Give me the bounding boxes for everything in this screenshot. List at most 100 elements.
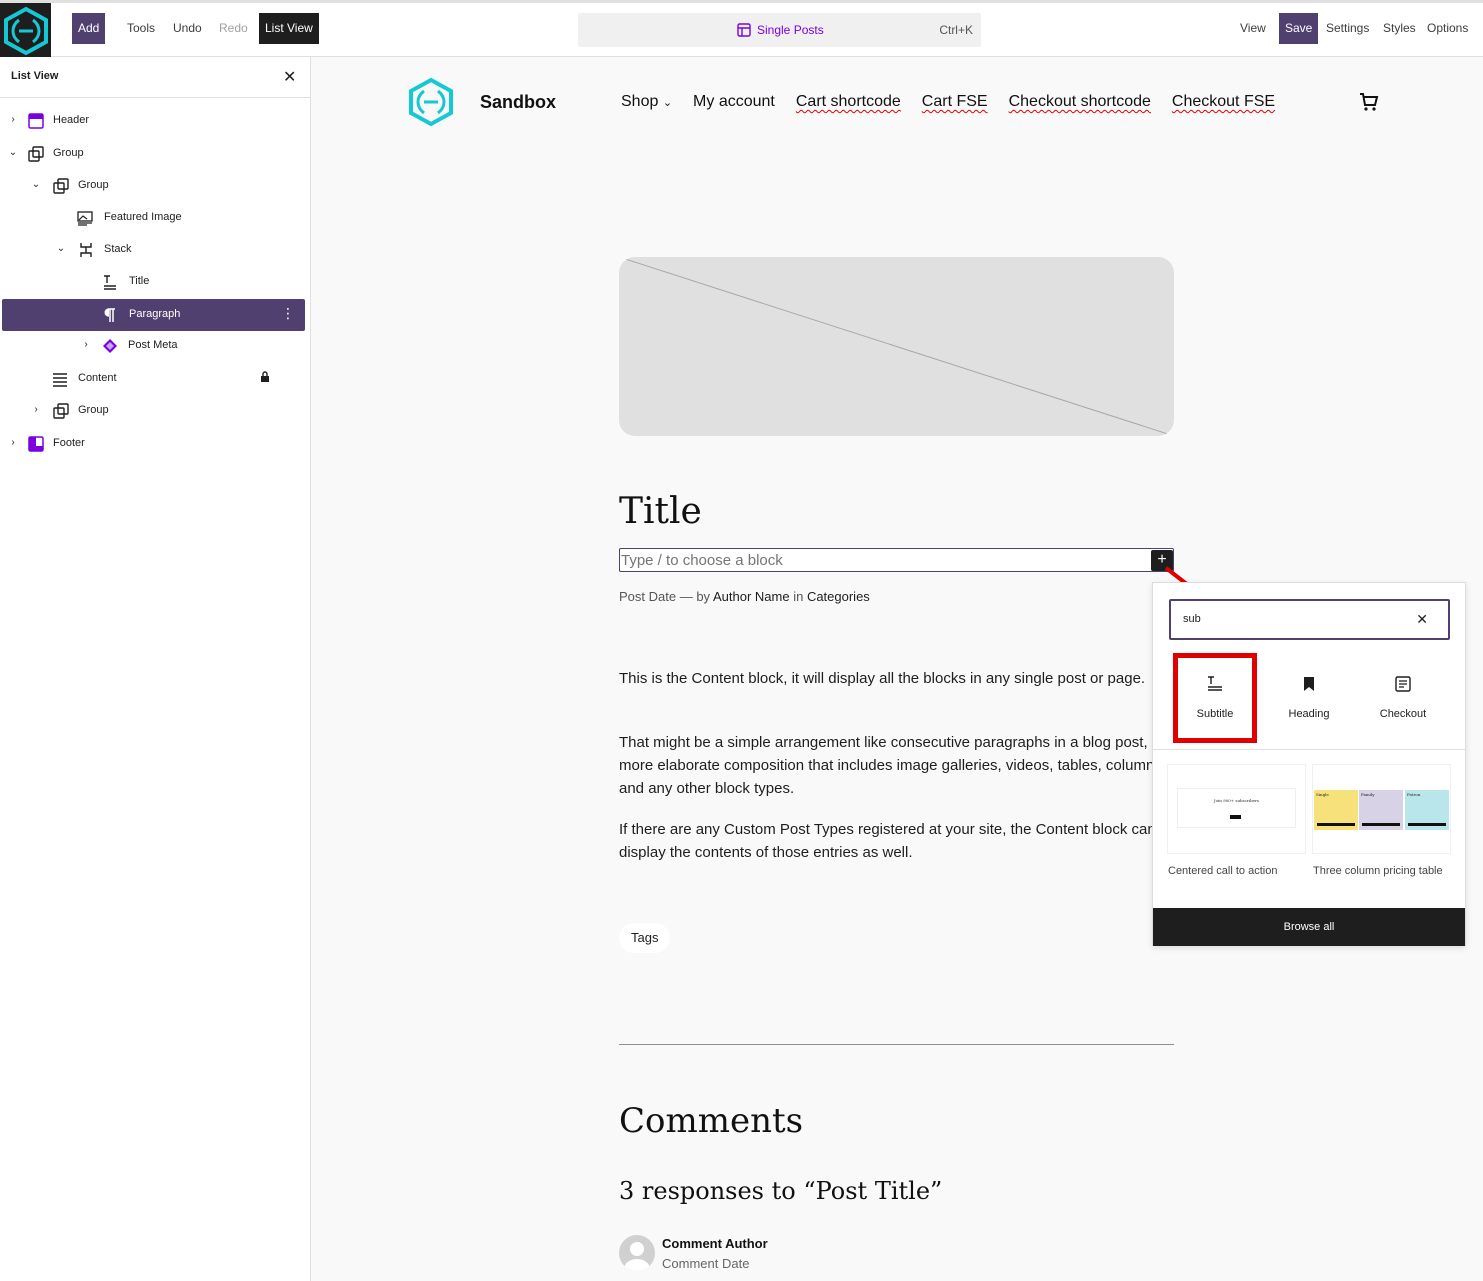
browse-all-button[interactable]: Browse all [1153, 908, 1465, 946]
template-title: Single Posts [737, 13, 824, 47]
more-options-icon[interactable]: ⋮ [281, 305, 295, 322]
list-item-title[interactable]: Title [2, 266, 305, 298]
nav-item-checkout-shortcode[interactable]: Checkout shortcode [1009, 93, 1151, 111]
save-button[interactable]: Save [1279, 13, 1319, 44]
lock-icon [261, 371, 269, 382]
subtitle-icon [1208, 676, 1222, 691]
post-title[interactable]: Title [619, 491, 702, 532]
list-item-label: Paragraph [129, 308, 181, 320]
list-item-label: Group [78, 179, 109, 191]
post-meta-in: in [793, 589, 804, 604]
nav-item-my-account[interactable]: My account [693, 93, 775, 111]
list-item-post-meta[interactable]: › Post Meta [2, 330, 305, 362]
quick-inserter-popover: sub ✕ Subtitle Heading Checkout Join 900… [1152, 582, 1466, 946]
footer-icon [28, 436, 44, 452]
pattern-preview-button [1230, 815, 1241, 819]
list-view-header: List View ✕ [0, 57, 310, 98]
post-meta-icon [103, 339, 117, 353]
chevron-right-icon[interactable]: › [6, 113, 20, 127]
command-palette-button[interactable]: Single Posts Ctrl+K [578, 13, 981, 47]
inserter-divider [1153, 749, 1465, 750]
chevron-right-icon[interactable]: › [29, 403, 43, 417]
template-title-text: Single Posts [757, 23, 824, 37]
title-icon [104, 275, 116, 290]
list-item-group[interactable]: ⌄ Group [2, 138, 305, 170]
tools-button[interactable]: Tools [121, 13, 161, 44]
command-shortcut: Ctrl+K [939, 23, 973, 37]
block-option-heading[interactable]: Heading [1267, 653, 1351, 743]
list-item-label: Group [53, 147, 84, 159]
list-view-button[interactable]: List View [259, 13, 319, 44]
pricing-button [1408, 823, 1446, 826]
chevron-down-icon[interactable]: ⌄ [54, 242, 68, 256]
pattern-pricing-table[interactable]: Single Family Patron [1313, 765, 1450, 853]
undo-button[interactable]: Undo [167, 13, 208, 44]
group-icon [28, 146, 44, 162]
paragraph-block[interactable]: Type / to choose a block + [619, 548, 1174, 572]
site-title[interactable]: Sandbox [480, 92, 556, 113]
post-categories: Categories [806, 589, 870, 604]
block-option-checkout[interactable]: Checkout [1361, 653, 1445, 743]
nav-item-label: Shop [621, 93, 659, 110]
list-item-header[interactable]: › Header [2, 105, 305, 137]
list-item-paragraph[interactable]: Paragraph ⋮ [2, 299, 305, 331]
chevron-right-icon[interactable]: › [79, 338, 93, 352]
pattern-centered-cta[interactable]: Join 900+ subscribers [1168, 765, 1305, 853]
list-item-group[interactable]: ⌄ Group [2, 170, 305, 202]
list-item-group[interactable]: › Group [2, 395, 305, 427]
options-button[interactable]: Options [1421, 13, 1474, 44]
pattern-label: Three column pricing table [1313, 865, 1443, 877]
editor-top-bar: Add Tools Undo Redo List View Single Pos… [0, 0, 1483, 58]
close-icon[interactable]: ✕ [283, 67, 296, 87]
comment-date[interactable]: Comment Date [662, 1256, 749, 1271]
pattern-preview-text: Join 900+ subscribers [1214, 798, 1259, 803]
chevron-down-icon[interactable]: ⌄ [6, 146, 20, 160]
post-meta[interactable]: Post Date — by Author Name in Categories [619, 589, 870, 604]
redo-button[interactable]: Redo [213, 13, 254, 44]
list-item-stack[interactable]: ⌄ Stack [2, 234, 305, 266]
cart-icon[interactable] [1358, 91, 1380, 113]
block-option-label: Checkout [1379, 708, 1427, 720]
list-item-label: Header [53, 114, 90, 126]
settings-button[interactable]: Settings [1320, 13, 1375, 44]
checkout-icon [1395, 676, 1411, 692]
user-avatar-icon [624, 1242, 650, 1271]
content-paragraph[interactable]: That might be a simple arrangement like … [619, 731, 1179, 800]
list-item-featured-image[interactable]: Featured Image [2, 202, 305, 234]
list-item-label: Footer [53, 437, 85, 449]
block-option-subtitle[interactable]: Subtitle [1173, 653, 1257, 743]
list-item-footer[interactable]: › Footer [2, 428, 305, 460]
site-logo-icon [3, 6, 48, 55]
site-logo-icon[interactable] [408, 77, 454, 127]
clear-search-icon[interactable]: ✕ [1416, 611, 1428, 628]
pricing-column-title: Patron [1407, 792, 1421, 797]
chevron-down-icon[interactable]: ⌄ [29, 178, 43, 192]
add-block-button[interactable]: Add [72, 13, 106, 44]
nav-item-shop[interactable]: Shop ⌄ [621, 93, 672, 111]
nav-item-cart-shortcode[interactable]: Cart shortcode [796, 93, 901, 111]
comments-heading[interactable]: Comments [619, 1101, 803, 1141]
featured-image-placeholder[interactable] [619, 257, 1174, 436]
list-item-label: Title [129, 275, 150, 287]
comments-title[interactable]: 3 responses to “Post Title” [619, 1177, 942, 1205]
list-item-label: Featured Image [104, 211, 182, 223]
pricing-button [1362, 823, 1400, 826]
group-icon [53, 178, 69, 194]
post-tags[interactable]: Tags [619, 923, 671, 953]
pricing-column-title: Family [1361, 792, 1375, 797]
content-paragraph[interactable]: If there are any Custom Post Types regis… [619, 818, 1179, 864]
content-paragraph[interactable]: This is the Content block, it will displ… [619, 667, 1179, 690]
nav-item-cart-fse[interactable]: Cart FSE [922, 93, 988, 111]
list-item-content[interactable]: Content [2, 363, 305, 395]
list-item-label: Post Meta [128, 339, 178, 351]
chevron-right-icon[interactable]: › [6, 436, 20, 450]
view-button[interactable]: View [1234, 13, 1272, 44]
layout-icon [737, 23, 751, 37]
block-search-input[interactable]: sub ✕ [1169, 599, 1450, 640]
comment-author[interactable]: Comment Author [662, 1236, 768, 1251]
nav-item-checkout-fse[interactable]: Checkout FSE [1172, 93, 1275, 111]
pattern-preview: Join 900+ subscribers [1178, 789, 1295, 827]
styles-button[interactable]: Styles [1377, 13, 1422, 44]
post-meta-by: — by [679, 589, 711, 604]
site-logo-button[interactable] [0, 3, 51, 58]
